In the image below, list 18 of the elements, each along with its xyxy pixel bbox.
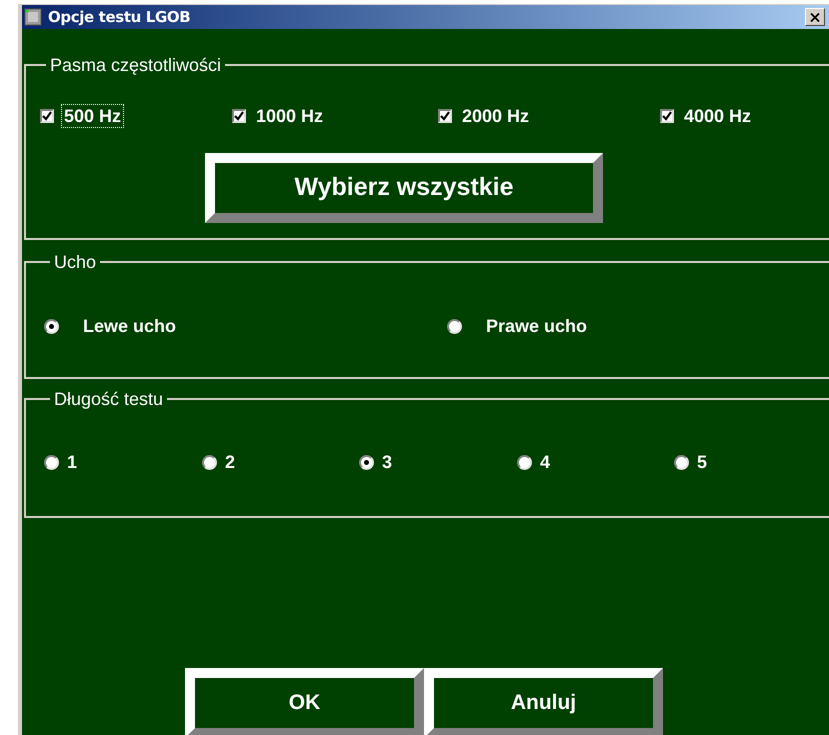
group-title: Pasma częstotliwości xyxy=(49,55,222,75)
cancel-button[interactable]: Anuluj xyxy=(424,668,663,735)
radio-label[interactable]: 3 xyxy=(382,451,392,473)
group-title: Długość testu xyxy=(53,389,164,409)
radio-label[interactable]: 5 xyxy=(697,451,708,473)
radio-label[interactable]: Prawe ucho xyxy=(486,315,588,337)
radio-label[interactable]: 2 xyxy=(225,451,236,473)
checkbox-label[interactable]: 1000 Hz xyxy=(254,105,326,127)
radio-label[interactable]: 4 xyxy=(540,451,550,473)
radio-label[interactable]: Lewe ucho xyxy=(83,315,176,337)
checkbox-label[interactable]: 2000 Hz xyxy=(460,105,532,127)
group-title: Ucho xyxy=(53,252,98,272)
radio-label[interactable]: 1 xyxy=(67,451,78,473)
checkbox-label[interactable]: 4000 Hz xyxy=(682,105,754,127)
checkbox-label[interactable]: 500 Hz xyxy=(62,105,124,127)
window-title: Opcje testu LGOB xyxy=(48,6,190,28)
select-all-button[interactable]: Wybierz wszystkie xyxy=(205,153,603,223)
ok-button[interactable]: OK xyxy=(185,668,424,735)
